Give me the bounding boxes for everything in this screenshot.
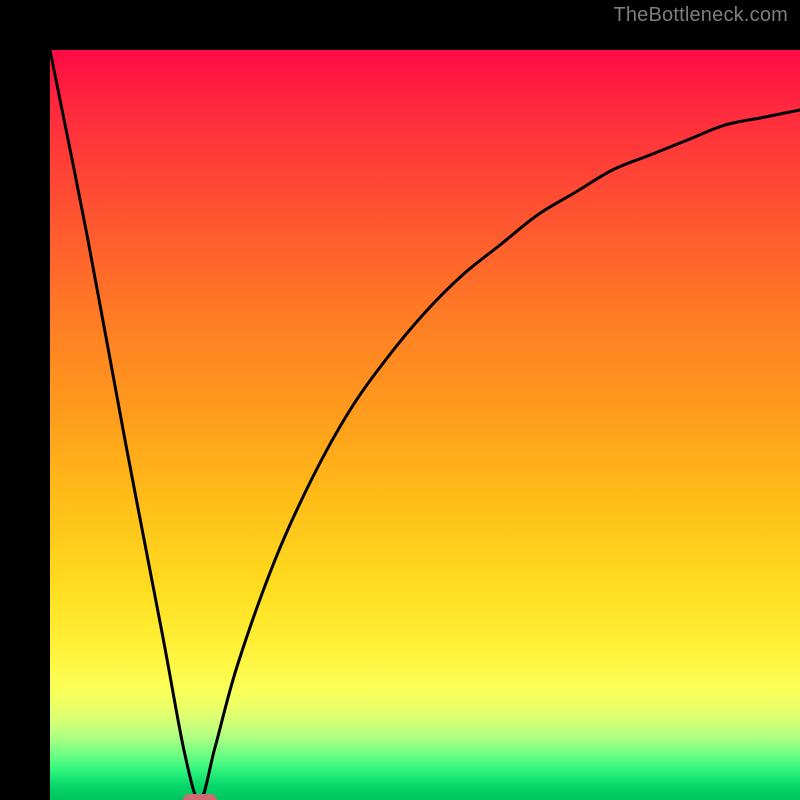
optimal-marker <box>183 794 217 800</box>
bottleneck-curve <box>50 50 800 800</box>
plot-area <box>50 50 800 800</box>
chart-frame <box>25 25 775 775</box>
watermark-text: TheBottleneck.com <box>613 4 788 27</box>
